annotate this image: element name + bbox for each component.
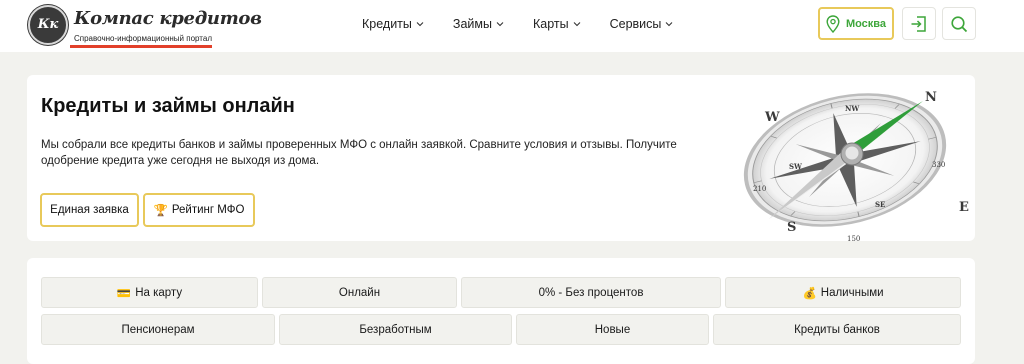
login-icon — [911, 15, 926, 32]
logo-monogram: Кк — [37, 17, 59, 32]
nav-item-loans[interactable]: Займы — [453, 17, 504, 31]
hero-description: Мы собрали все кредиты банков и займы пр… — [41, 139, 677, 167]
logo-subtitle: Справочно-информационный портал — [74, 34, 212, 43]
nav-item-credits[interactable]: Кредиты — [362, 17, 424, 31]
compass-label-sw: SW — [789, 162, 802, 171]
category-cash[interactable]: 💰 Наличными — [725, 277, 961, 308]
category-zero-percent[interactable]: 0% - Без процентов — [461, 277, 721, 308]
compass-tick-330: 330 — [932, 161, 945, 169]
category-label: На карту — [135, 286, 183, 299]
chevron-down-icon — [666, 22, 673, 27]
category-label: Кредиты банков — [794, 323, 880, 336]
compass-tick-150: 150 — [847, 235, 860, 241]
category-pensioners[interactable]: Пенсионерам — [41, 314, 275, 345]
logo-emblem: Кк — [28, 5, 68, 45]
nav-item-label: Карты — [532, 17, 569, 31]
mfo-rating-button[interactable]: 🏆 Рейтинг МФО — [143, 193, 255, 227]
money-bag-icon: 💰 — [802, 287, 817, 300]
hero-card: Кредиты и займы онлайн Мы собрали все кр… — [27, 75, 975, 241]
site-logo[interactable]: Кк Компас кредитов Справочно-информацион… — [28, 5, 262, 49]
search-button[interactable] — [942, 7, 976, 40]
compass-tick-210: 210 — [753, 185, 766, 193]
category-unemployed[interactable]: Безработным — [279, 314, 512, 345]
nav-item-label: Займы — [452, 17, 492, 31]
compass-label-s: S — [787, 220, 796, 235]
compass-illustration: N E S W NW SE SW 150 210 330 — [743, 90, 969, 241]
chevron-down-icon — [416, 22, 424, 27]
category-label: Новые — [594, 323, 631, 336]
category-bank-credits[interactable]: Кредиты банков — [713, 314, 961, 345]
search-icon — [951, 15, 968, 32]
category-label: Безработным — [359, 323, 432, 336]
nav-item-label: Кредиты — [362, 17, 412, 31]
category-label: Наличными — [820, 286, 884, 299]
city-label: Москва — [845, 17, 887, 30]
login-button[interactable] — [902, 7, 936, 40]
logo-underline — [70, 45, 212, 48]
category-grid: 💳 На карту Онлайн 0% - Без процентов 💰 Н… — [27, 258, 975, 364]
chevron-down-icon — [573, 22, 580, 27]
category-label: Онлайн — [338, 286, 381, 299]
logo-title: Компас кредитов — [74, 8, 262, 29]
compass-label-se: SE — [875, 200, 885, 209]
single-application-label: Единая заявка — [50, 204, 129, 216]
category-online[interactable]: Онлайн — [262, 277, 457, 308]
compass-label-e: E — [959, 200, 969, 215]
chevron-down-icon — [496, 22, 504, 27]
page-title: Кредиты и займы онлайн — [41, 95, 295, 117]
trophy-icon: 🏆 — [153, 205, 168, 217]
category-new[interactable]: Новые — [516, 314, 709, 345]
site-header: Кк Компас кредитов Справочно-информацион… — [0, 0, 1024, 52]
compass-label-n: N — [925, 90, 937, 105]
compass-label-nw: NW — [845, 104, 859, 113]
category-label: 0% - Без процентов — [538, 286, 644, 299]
single-application-button[interactable]: Единая заявка — [40, 193, 139, 227]
nav-item-cards[interactable]: Карты — [533, 17, 581, 31]
mfo-rating-label: Рейтинг МФО — [171, 204, 245, 216]
main-nav: Кредиты Займы Карты Сервисы — [362, 0, 702, 48]
city-select-button[interactable]: Москва — [818, 7, 894, 40]
category-label: Пенсионерам — [121, 323, 195, 336]
compass-label-w: W — [764, 110, 780, 125]
nav-item-services[interactable]: Сервисы — [610, 17, 674, 31]
category-to-card[interactable]: 💳 На карту — [41, 277, 258, 308]
location-pin-icon — [826, 14, 840, 33]
credit-card-icon: 💳 — [116, 287, 132, 300]
nav-item-label: Сервисы — [609, 17, 662, 31]
